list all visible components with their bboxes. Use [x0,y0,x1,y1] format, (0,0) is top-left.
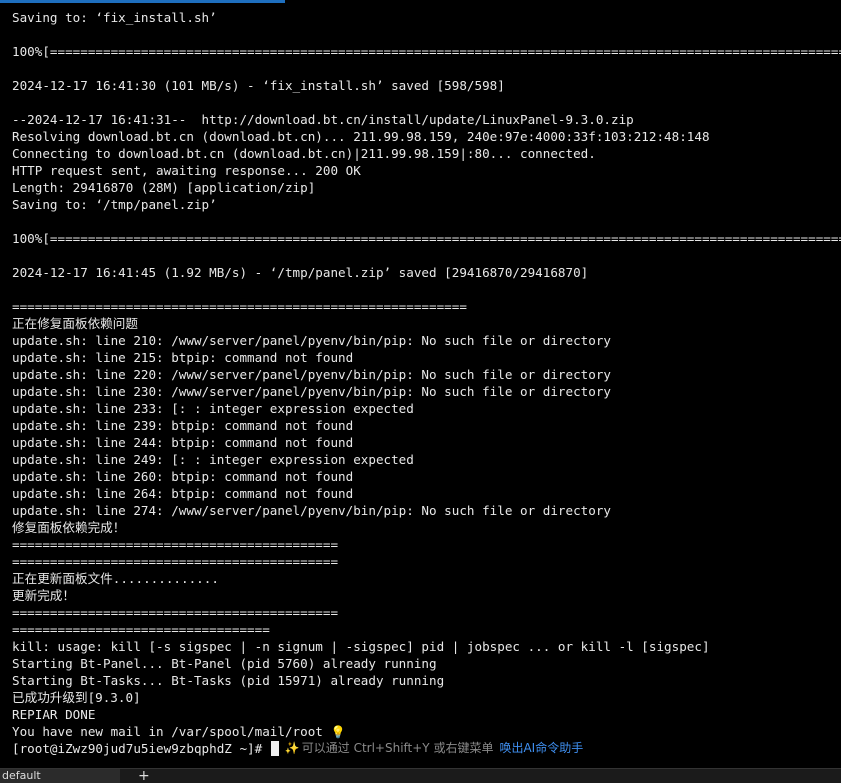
ai-hint-text: 可以通过 Ctrl+Shift+Y 或右键菜单 [301,741,494,755]
terminal-line: 100%[===================================… [12,44,841,59]
terminal-line: update.sh: line 249: [: : integer expres… [12,452,414,467]
terminal-line: 正在更新面板文件.............. [12,571,219,586]
plus-icon[interactable]: + [138,769,150,783]
terminal-line: Connecting to download.bt.cn (download.b… [12,146,596,161]
terminal-line: update.sh: line 220: /www/server/panel/p… [12,367,611,382]
tab-default[interactable]: default [0,769,120,783]
terminal-line: 2024-12-17 16:41:30 (101 MB/s) - ‘fix_in… [12,78,505,93]
terminal-line: update.sh: line 233: [: : integer expres… [12,401,414,416]
terminal-lines: Saving to: ‘fix_install.sh’ 100%[========… [12,9,841,723]
terminal-line: 100%[===================================… [12,231,841,246]
terminal-line: Saving to: ‘fix_install.sh’ [12,10,217,25]
terminal-line: update.sh: line 210: /www/server/panel/p… [12,333,611,348]
command-prompt-line[interactable]: [root@iZwz90jud7u5iew9zbqphdZ ~]# ✨ 可以通过… [12,740,841,757]
text-cursor [270,741,279,756]
mail-notice-line: You have new mail in /var/spool/mail/roo… [12,723,841,740]
terminal-line: ========================================… [12,554,339,569]
terminal-line: REPIAR DONE [12,707,96,722]
ai-assistant-hint: ✨ 可以通过 Ctrl+Shift+Y 或右键菜单 唤出AI命令助手 [285,740,583,757]
terminal-line: update.sh: line 230: /www/server/panel/p… [12,384,611,399]
terminal-line: 已成功升级到[9.3.0] [12,690,141,705]
terminal-line: --2024-12-17 16:41:31-- http://download.… [12,112,634,127]
ai-assistant-link[interactable]: 唤出AI命令助手 [499,740,583,757]
terminal-line: Length: 29416870 (28M) [application/zip] [12,180,316,195]
terminal-line: 正在修复面板依赖问题 [12,316,138,331]
window-accent-border [0,0,285,3]
terminal-line: Starting Bt-Panel... Bt-Panel (pid 5760)… [12,656,437,671]
terminal-line: ================================== [12,622,270,637]
terminal-line: update.sh: line 239: btpip: command not … [12,418,354,433]
terminal-line: ========================================… [12,537,339,552]
terminal-line: 2024-12-17 16:41:45 (1.92 MB/s) - ‘/tmp/… [12,265,589,280]
terminal-line: Resolving download.bt.cn (download.bt.cn… [12,129,710,144]
terminal-line: ========================================… [12,299,467,314]
terminal-line: update.sh: line 244: btpip: command not … [12,435,354,450]
terminal-line: update.sh: line 264: btpip: command not … [12,486,354,501]
terminal-line: ========================================… [12,605,339,620]
lightbulb-icon[interactable]: 💡 [331,724,346,740]
terminal-line: Starting Bt-Tasks... Bt-Tasks (pid 15971… [12,673,445,688]
terminal-line: Saving to: ‘/tmp/panel.zip’ [12,197,217,212]
terminal-line: HTTP request sent, awaiting response... … [12,163,361,178]
mail-notice: You have new mail in /var/spool/mail/roo… [12,724,323,739]
terminal-output[interactable]: Saving to: ‘fix_install.sh’ 100%[========… [12,9,841,769]
terminal-line: update.sh: line 260: btpip: command not … [12,469,354,484]
tab-bar: default + [0,768,841,783]
terminal-line: update.sh: line 274: /www/server/panel/p… [12,503,611,518]
terminal-line: 更新完成！ [12,588,75,603]
shell-prompt: [root@iZwz90jud7u5iew9zbqphdZ ~]# [12,741,270,756]
terminal-line: kill: usage: kill [-s sigspec | -n signu… [12,639,710,654]
terminal-line: update.sh: line 215: btpip: command not … [12,350,354,365]
terminal-line: 修复面板依赖完成！ [12,520,126,535]
sparkle-icon: ✨ [284,741,300,755]
